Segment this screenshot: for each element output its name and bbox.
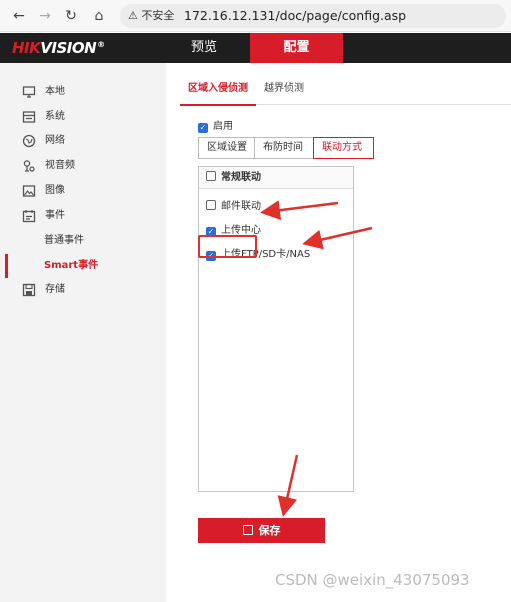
checkbox-unchecked-icon bbox=[206, 200, 216, 210]
browser-toolbar: ← → ↻ ⌂ ⚠ 不安全 172.16.12.131/doc/page/con… bbox=[0, 0, 511, 32]
save-label: 保存 bbox=[258, 524, 281, 537]
sidebar-item-normal-event[interactable]: 普通事件 bbox=[0, 229, 166, 253]
checkbox-checked-icon: ✓ bbox=[198, 123, 208, 133]
normal-linkage-header[interactable]: 常规联动 bbox=[199, 167, 353, 189]
security-warning-label: 不安全 bbox=[141, 9, 175, 22]
calendar-icon bbox=[22, 210, 36, 223]
email-linkage-label: 邮件联动 bbox=[221, 201, 261, 212]
address-bar[interactable]: ⚠ 不安全 172.16.12.131/doc/page/config.asp bbox=[120, 4, 506, 28]
linkage-panel: 常规联动 邮件联动 ✓ 上传中心 ✓ 上传FTP/SD卡/NAS bbox=[198, 166, 354, 492]
sidebar-item-label: 图像 bbox=[45, 185, 65, 196]
save-button[interactable]: 保存 bbox=[198, 518, 325, 543]
enable-label: 启用 bbox=[213, 121, 233, 132]
sidebar-item-local[interactable]: 本地 bbox=[0, 80, 166, 104]
reload-icon[interactable]: ↻ bbox=[62, 7, 80, 25]
system-icon bbox=[22, 111, 36, 123]
microphone-icon bbox=[23, 160, 35, 172]
sidebar: 本地 系统 网络 视音频 图像 事件 普通事件 Smart事件 存储 bbox=[0, 63, 166, 602]
sidebar-item-label: 存储 bbox=[45, 284, 65, 295]
subtab-arming-schedule[interactable]: 布防时间 bbox=[254, 137, 314, 159]
warning-icon: ⚠ bbox=[128, 9, 138, 22]
sidebar-item-network[interactable]: 网络 bbox=[0, 129, 166, 153]
tab-intrusion-detection[interactable]: 区域入侵侦测 bbox=[180, 79, 256, 106]
sidebar-item-system[interactable]: 系统 bbox=[0, 105, 166, 129]
url-text: 172.16.12.131/doc/page/config.asp bbox=[184, 8, 407, 23]
sidebar-item-audio-video[interactable]: 视音频 bbox=[0, 154, 166, 178]
normal-linkage-label: 常规联动 bbox=[221, 172, 261, 183]
app-header: HIKVISION® 预览 配置 bbox=[0, 33, 511, 63]
save-icon bbox=[242, 525, 253, 535]
back-icon[interactable]: ← bbox=[10, 7, 28, 25]
watermark: CSDN @weixin_43075093 bbox=[275, 571, 470, 589]
sidebar-item-image[interactable]: 图像 bbox=[0, 179, 166, 203]
subtab-area-settings[interactable]: 区域设置 bbox=[198, 137, 255, 159]
checkbox-unchecked-icon bbox=[206, 171, 216, 181]
sidebar-item-event[interactable]: 事件 bbox=[0, 204, 166, 228]
storage-icon bbox=[22, 283, 36, 297]
sidebar-item-smart-event[interactable]: Smart事件 bbox=[0, 254, 166, 278]
security-warning[interactable]: ⚠ 不安全 bbox=[128, 4, 174, 28]
globe-icon bbox=[22, 134, 36, 148]
sidebar-item-label: 网络 bbox=[45, 135, 65, 146]
sidebar-item-label: 本地 bbox=[45, 86, 65, 97]
sidebar-item-label: 视音频 bbox=[45, 160, 75, 171]
sidebar-item-label: 事件 bbox=[45, 210, 65, 221]
image-icon bbox=[22, 185, 36, 197]
forward-icon[interactable]: → bbox=[36, 7, 54, 25]
monitor-icon bbox=[22, 86, 36, 98]
home-icon[interactable]: ⌂ bbox=[90, 7, 108, 25]
main-content: 区域入侵侦测 越界侦测 ✓ 启用 区域设置 布防时间 联动方式 常规联动 邮件联动… bbox=[166, 63, 511, 602]
menu-preview[interactable]: 预览 bbox=[158, 33, 250, 63]
sidebar-item-label: 系统 bbox=[45, 111, 65, 122]
tab-bar: 区域入侵侦测 越界侦测 bbox=[180, 71, 511, 106]
menu-config[interactable]: 配置 bbox=[250, 33, 343, 63]
subtab-linkage-method[interactable]: 联动方式 bbox=[313, 137, 374, 159]
tab-line-crossing[interactable]: 越界侦测 bbox=[264, 79, 304, 94]
sidebar-item-label: 普通事件 bbox=[44, 235, 84, 246]
hikvision-logo: HIKVISION® bbox=[12, 39, 105, 57]
sidebar-item-storage[interactable]: 存储 bbox=[0, 278, 166, 302]
enable-checkbox[interactable]: ✓ 启用 bbox=[198, 117, 233, 133]
annotation-highlight-box bbox=[198, 235, 257, 258]
email-linkage-checkbox[interactable]: 邮件联动 bbox=[206, 197, 261, 212]
sidebar-item-label: Smart事件 bbox=[44, 260, 99, 271]
